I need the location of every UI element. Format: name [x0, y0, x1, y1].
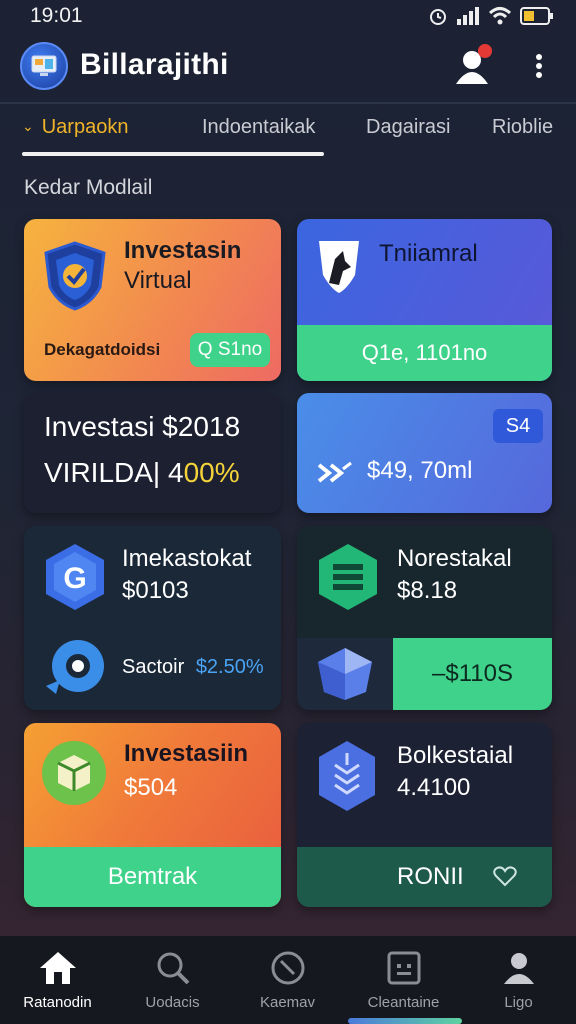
- status-time: 19:01: [30, 4, 83, 27]
- summary-line2-highlight: 00%: [183, 457, 240, 488]
- box-icon: [40, 739, 108, 807]
- compass-icon: [271, 951, 304, 985]
- sub-stat-value: $2.50%: [195, 656, 264, 678]
- investment-card-bolkestaial[interactable]: Bolkestaial 4.4100 RONII: [297, 723, 552, 907]
- dot-icon: [536, 72, 542, 78]
- tab-uarpaokn[interactable]: ⌄ Uarpaokn: [22, 116, 128, 139]
- grid-icon: [387, 951, 420, 985]
- nav-label: Cleantaine: [367, 994, 440, 1011]
- card-amount: $8.18: [397, 577, 458, 604]
- tab-dagairasi[interactable]: Dagairasi: [366, 116, 450, 139]
- card-title: Investasiin: [124, 740, 249, 767]
- search-icon: [157, 952, 189, 985]
- card-amount: $49, 70ml: [367, 457, 473, 484]
- more-options-button[interactable]: [524, 48, 554, 84]
- shield-icon: [42, 241, 108, 311]
- home-icon: [39, 952, 76, 984]
- nav-item-search[interactable]: Uodacis: [115, 950, 230, 1011]
- stack-hexagon-icon: [313, 542, 383, 612]
- user-icon: [503, 953, 534, 984]
- chevron-down-icon: ⌄: [22, 118, 34, 134]
- sub-stat: Sactoir $2.50%: [122, 656, 264, 679]
- layers-hexagon-icon: [315, 739, 379, 813]
- wolf-shield-icon: [315, 237, 363, 295]
- svg-text:G: G: [63, 562, 86, 595]
- wifi-icon: [488, 7, 512, 25]
- nav-label: Uodacis: [145, 994, 200, 1011]
- amount-pill[interactable]: Q S1no: [190, 333, 270, 367]
- nav-label: Ligo: [504, 994, 533, 1011]
- nav-label: Ratanodin: [23, 994, 92, 1011]
- card-title-line1: Investasin: [124, 237, 242, 264]
- investment-card-summary[interactable]: Investasi $2018 VIRILDA| 400%: [24, 393, 281, 513]
- investment-card-virtual[interactable]: Investasin Virtual Dekagatdoidsi Q S1no: [24, 219, 281, 381]
- investment-card-imekastokat[interactable]: G Imekastokat $0103 Sactoir $2.50%: [24, 526, 281, 710]
- heart-icon[interactable]: [493, 865, 517, 887]
- card-title: Bolkestaial: [397, 742, 514, 769]
- amount-bar[interactable]: –$110S: [393, 638, 552, 710]
- card-title: Investasin Virtual: [124, 236, 241, 296]
- bottom-nav: Ratanodin Uodacis Kaemav Cleantaine Ligo: [0, 936, 576, 1024]
- donut-chart-icon: [42, 636, 108, 698]
- investment-card-amount[interactable]: S4 $49, 70ml: [297, 393, 552, 513]
- card-title: Imekastokat: [122, 545, 252, 572]
- investment-card-tniiamral[interactable]: Tniiamral Q1e, 1101no: [297, 219, 552, 381]
- status-icons: [428, 6, 554, 26]
- amount-bar[interactable]: Q1e, 1101no: [297, 325, 552, 381]
- nav-item-explore[interactable]: Kaemav: [230, 950, 345, 1011]
- section-title: Kedar Modlail: [24, 176, 153, 199]
- battery-icon: [520, 7, 553, 25]
- summary-line1: Investasi $2018: [44, 411, 241, 442]
- app-bar: Billarajithi: [0, 36, 576, 100]
- tab-bar: ⌄ Uarpaokn Indoentaikak Dagairasi Rioblie: [0, 104, 576, 158]
- tab-indoentaikak[interactable]: Indoentaikak: [202, 116, 315, 139]
- count-badge: S4: [493, 409, 543, 443]
- profile-button[interactable]: [452, 44, 492, 86]
- dot-icon: [536, 54, 542, 60]
- nav-item-profile[interactable]: Ligo: [461, 950, 576, 1011]
- summary-line2: VIRILDA| 400%: [44, 451, 240, 495]
- action-button-label: RONII: [397, 863, 464, 890]
- card-amount: $504: [124, 774, 178, 801]
- card-title-line2: Virtual: [124, 267, 192, 294]
- card-title: Norestakal: [397, 545, 512, 572]
- signal-icon: [457, 7, 479, 25]
- card-caption: Dekagatdoidsi: [44, 340, 161, 359]
- alarm-icon: [430, 9, 446, 25]
- investment-card-norestakal[interactable]: Norestakal $8.18 –$110S: [297, 526, 552, 710]
- action-bar[interactable]: RONII: [297, 847, 552, 907]
- nav-item-grid[interactable]: Cleantaine: [346, 950, 461, 1011]
- cube-icon: [297, 638, 393, 710]
- tab-rioblie[interactable]: Rioblie: [492, 116, 553, 139]
- card-title: Tniiamral: [379, 240, 478, 267]
- g-hexagon-icon: G: [42, 542, 108, 612]
- nav-item-home[interactable]: Ratanodin: [0, 950, 115, 1011]
- app-logo[interactable]: [20, 42, 68, 90]
- sub-stat-label: Sactoir: [122, 656, 185, 678]
- nav-label: Kaemav: [259, 994, 316, 1011]
- home-indicator: [348, 1018, 462, 1024]
- summary-line2-prefix: VIRILDA| 4: [44, 457, 184, 488]
- card-amount: 4.4100: [397, 774, 471, 801]
- tab-label: Uarpaokn: [41, 116, 129, 138]
- notification-badge: [478, 44, 492, 58]
- dot-icon: [536, 63, 542, 69]
- monitor-icon: [31, 55, 57, 76]
- app-title: Billarajithi: [80, 48, 229, 81]
- active-tab-indicator: [22, 152, 324, 156]
- double-chevron-icon: [317, 459, 353, 487]
- investment-card-investasiin[interactable]: Investasiin $504 Bemtrak: [24, 723, 281, 907]
- card-amount: $0103: [122, 577, 189, 604]
- status-bar: 19:01: [0, 0, 576, 32]
- action-button[interactable]: Bemtrak: [24, 847, 281, 907]
